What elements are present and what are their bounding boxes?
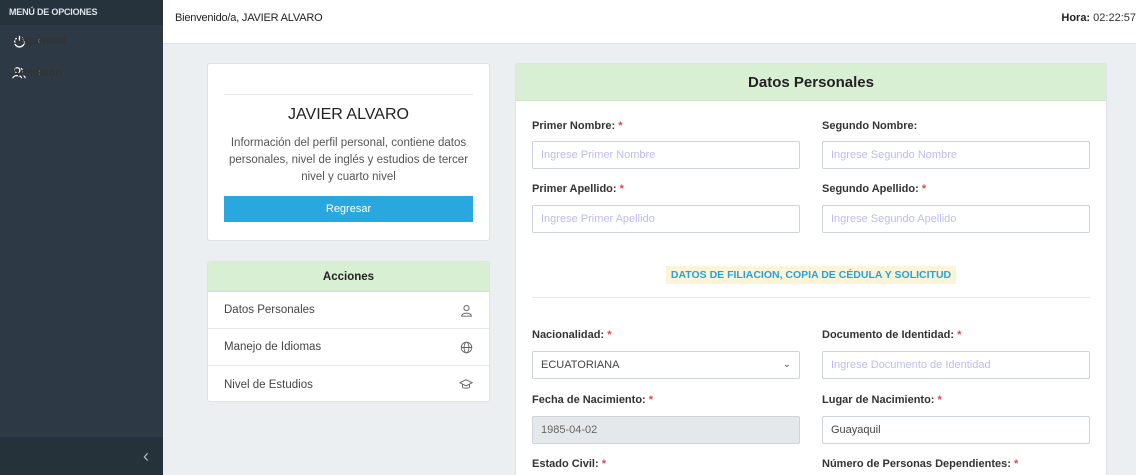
segundo-nombre-input[interactable]: Ingrese Segundo Nombre [822,141,1090,169]
segundo-apellido-input[interactable]: Ingrese Segundo Apellido [822,205,1090,233]
acciones-card: Acciones Datos Personales Manejo de Idio… [207,261,490,402]
segundo-apellido-label: Segundo Apellido: * [822,183,927,195]
acciones-title: Acciones [208,262,489,292]
clock-label: Hora: [1061,12,1091,24]
topbar: Bienvenido/a, JAVIER ALVARO Hora: 02:22:… [163,0,1136,44]
primer-apellido-input[interactable]: Ingrese Primer Apellido [532,205,800,233]
chevron-down-icon: ⌄ [782,359,791,370]
chevron-left-icon: ‹ [143,445,149,466]
lugar-nacimiento-input[interactable]: Guayaquil [822,416,1090,444]
accion-label: Datos Personales [224,304,315,316]
nacionalidad-label: Nacionalidad: * [532,329,612,341]
sidebar-header: MENÚ DE OPCIONES [0,0,163,25]
section-divider [532,297,1090,298]
graduation-cap-icon [459,378,473,392]
lugar-nacimiento-label: Lugar de Nacimiento: * [822,394,942,406]
fecha-nacimiento-label: Fecha de Nacimiento: * [532,394,654,406]
profile-name: JAVIER ALVARO [288,106,409,123]
profile-card: JAVIER ALVARO Información del perfil per… [207,63,490,241]
globe-icon [459,340,473,354]
accion-manejo-idiomas[interactable]: Manejo de Idiomas [208,329,489,366]
user-icon [459,303,473,317]
documento-input[interactable]: Ingrese Documento de Identidad [822,351,1090,379]
sidebar: MENÚ DE OPCIONES Seguridad ‹ Admision ‹ … [0,0,163,475]
clock: Hora: 02:22:57 [1061,12,1136,24]
accion-label: Nivel de Estudios [224,378,313,391]
sidebar-item-seguridad[interactable]: Seguridad ‹ [0,25,163,57]
accion-label: Manejo de Idiomas [224,341,322,353]
fecha-nacimiento-input[interactable]: 1985-04-02 [532,416,800,444]
nacionalidad-select[interactable]: ECUATORIANA ⌄ [532,351,800,379]
accion-nivel-estudios[interactable]: Nivel de Estudios [208,366,489,401]
primer-apellido-label: Primer Apellido: * [532,183,624,195]
dependientes-label: Número de Personas Dependientes: * [822,458,1019,470]
back-button[interactable]: Regresar [224,196,473,222]
datos-personales-panel: Datos Personales Primer Nombre: * Ingres… [515,63,1107,475]
sidebar-item-label: Seguridad [12,35,66,47]
primer-nombre-label: Primer Nombre: * [532,120,623,132]
segundo-nombre-label: Segundo Nombre: [822,120,918,132]
sidebar-item-admision[interactable]: Admision ‹ [0,57,163,89]
welcome-message: Bienvenido/a, JAVIER ALVARO [175,12,323,24]
divider [224,94,473,95]
profile-description: Información del perfil personal, contien… [228,137,469,183]
primer-nombre-input[interactable]: Ingrese Primer Nombre [532,141,800,169]
sidebar-collapse-button[interactable]: ‹ [0,437,163,475]
form-title: Datos Personales [516,64,1106,101]
section-title: DATOS DE FILIACION, COPIA DE CÉDULA Y SO… [516,266,1106,284]
clock-value: 02:22:57 [1093,12,1136,24]
documento-label: Documento de Identidad: * [822,329,962,341]
sidebar-item-label: Admision [12,67,63,79]
accion-datos-personales[interactable]: Datos Personales [208,292,489,329]
estado-civil-label: Estado Civil: * [532,458,606,470]
